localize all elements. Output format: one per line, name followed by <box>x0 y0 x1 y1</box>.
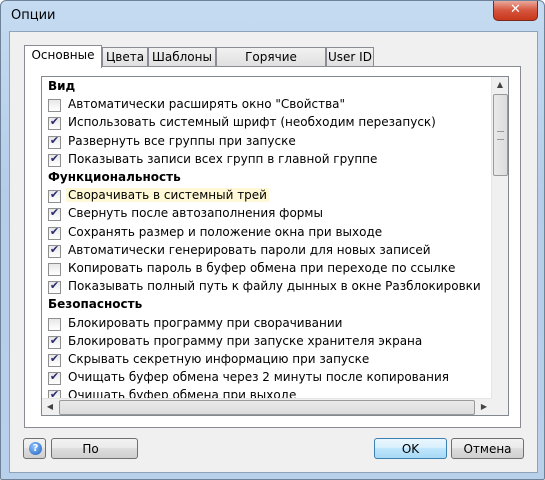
scrollbar-corner <box>492 399 508 415</box>
option-row[interactable]: ✔ Блокировать программу при запуске храни… <box>42 333 494 351</box>
option-row[interactable]: Автоматически расширять окно "Свойства" <box>42 96 494 114</box>
option-row[interactable]: ✔ Сохранять размер и положение окна при в… <box>42 224 494 242</box>
tab-label: Шаблоны <box>152 50 212 64</box>
scroll-left-icon[interactable]: ◀ <box>42 399 58 415</box>
option-label: Очищать буфер обмена через 2 минуты посл… <box>68 370 449 385</box>
option-label: Свернуть после автозаполнения формы <box>68 206 323 221</box>
option-checkbox[interactable]: ✔ <box>48 370 61 386</box>
option-row[interactable]: ✔ Сворачивать в системный трей <box>42 187 494 205</box>
tab-label: User ID <box>328 50 372 64</box>
option-checkbox[interactable]: ✔ <box>48 188 61 204</box>
option-label: Развернуть все группы при запуске <box>68 133 296 148</box>
tab-user-id[interactable]: User ID <box>326 47 374 66</box>
option-label: Показывать полный путь к файлу дынных в … <box>68 279 481 294</box>
check-icon: ✔ <box>49 224 60 238</box>
option-row[interactable]: ✔ Развернуть все группы при запуске <box>42 133 494 151</box>
defaults-button-label: По умолчанию... <box>82 442 99 456</box>
option-checkbox[interactable]: ✔ <box>48 206 61 222</box>
option-checkbox[interactable] <box>48 99 61 113</box>
vertical-scrollbar[interactable]: ▲ ▼ <box>491 77 508 415</box>
option-row[interactable]: ✔ Автоматически генерировать пароли для н… <box>42 242 494 260</box>
tab-hotkeys[interactable]: Горячие клавиши <box>216 47 326 83</box>
group-header-label: Безопасность <box>48 297 143 312</box>
tab-general[interactable]: Основные <box>24 45 102 68</box>
option-checkbox[interactable]: ✔ <box>48 333 61 349</box>
option-label: Автоматически расширять окно "Свойства" <box>68 97 346 112</box>
tab-panel-general: Вид Автоматически расширять окно "Свойств… <box>24 66 521 428</box>
cancel-button-label: Отмена <box>463 442 512 456</box>
help-icon: ? <box>29 442 42 455</box>
option-label: Сохранять размер и положение окна при вы… <box>68 224 383 239</box>
horizontal-scroll-thumb[interactable] <box>59 400 475 415</box>
tab-label: Цвета <box>105 50 145 64</box>
option-row[interactable]: ✔ Очищать буфер обмена через 2 минуты пос… <box>42 369 494 387</box>
option-checkbox[interactable]: ✔ <box>48 279 61 295</box>
options-group-header: Безопасность <box>42 296 494 314</box>
check-icon: ✔ <box>49 333 60 347</box>
options-group-header: Функциональность <box>42 169 494 187</box>
help-button[interactable]: ? <box>23 438 46 459</box>
tab-colors[interactable]: Цвета <box>102 47 148 66</box>
option-label: Блокировать программу при сворачивании <box>68 315 343 330</box>
option-checkbox[interactable] <box>48 317 61 331</box>
close-button[interactable]: ✕ <box>493 1 538 21</box>
option-row[interactable]: ✔ Свернуть после автозаполнения формы <box>42 205 494 223</box>
option-checkbox[interactable]: ✔ <box>48 242 61 258</box>
grip-icon <box>497 131 504 140</box>
option-checkbox[interactable] <box>48 263 61 276</box>
title-bar[interactable]: Опции ✕ <box>1 1 544 31</box>
option-checkbox[interactable]: ✔ <box>48 115 61 131</box>
tab-templates[interactable]: Шаблоны <box>148 47 216 66</box>
dialog-client-area: Основные Цвета Шаблоны Горячие клавиши U… <box>9 31 538 473</box>
option-label: Сворачивать в системный трей <box>66 188 269 203</box>
group-header-label: Вид <box>48 79 76 93</box>
scroll-right-icon[interactable]: ▶ <box>476 399 492 415</box>
vertical-scroll-thumb[interactable] <box>493 94 508 176</box>
cancel-button[interactable]: Отмена <box>451 438 524 459</box>
ok-button[interactable]: OK <box>374 438 447 459</box>
group-header-label: Функциональность <box>48 170 181 184</box>
check-icon: ✔ <box>49 133 60 147</box>
options-list: Вид Автоматически расширять окно "Свойств… <box>41 76 509 416</box>
scroll-up-icon[interactable]: ▲ <box>492 77 508 93</box>
option-label: Скрывать секретную информацию при запуск… <box>68 352 370 366</box>
check-icon: ✔ <box>49 242 60 256</box>
options-group-header: Вид <box>42 78 494 96</box>
close-icon: ✕ <box>510 2 521 17</box>
window-title: Опции <box>11 8 56 23</box>
option-checkbox[interactable]: ✔ <box>48 151 61 167</box>
ok-button-label: OK <box>401 442 420 456</box>
option-row[interactable]: ✔ Использовать системный шрифт (необходим… <box>42 114 494 132</box>
option-checkbox[interactable]: ✔ <box>48 352 61 367</box>
option-row[interactable]: ✔ Показывать полный путь к файлу дынных в… <box>42 278 494 296</box>
check-icon: ✔ <box>49 115 60 129</box>
option-label: Использовать системный шрифт (необходим … <box>68 115 436 130</box>
option-row[interactable]: ✔ Скрывать секретную информацию при запус… <box>42 351 494 369</box>
option-checkbox[interactable]: ✔ <box>48 224 61 240</box>
option-label: Автоматически генерировать пароли для но… <box>68 242 431 257</box>
option-checkbox[interactable]: ✔ <box>48 133 61 149</box>
check-icon: ✔ <box>49 206 60 220</box>
options-dialog: Опции ✕ Основные Цвета Шаблоны Горячие к… <box>0 0 545 480</box>
check-icon: ✔ <box>49 370 60 384</box>
check-icon: ✔ <box>49 352 60 365</box>
tab-label: Основные <box>31 48 95 62</box>
option-row[interactable]: Копировать пароль в буфер обмена при пер… <box>42 260 494 278</box>
check-icon: ✔ <box>49 151 60 165</box>
check-icon: ✔ <box>49 188 60 202</box>
option-label: Показывать записи всех групп в главной г… <box>68 151 378 166</box>
horizontal-scrollbar[interactable]: ◀ ▶ <box>42 398 492 415</box>
option-row[interactable]: ✔ Показывать записи всех групп в главной … <box>42 151 494 169</box>
option-label: Блокировать программу при запуске хранит… <box>68 333 423 348</box>
check-icon: ✔ <box>49 279 60 293</box>
option-label: Копировать пароль в буфер обмена при пер… <box>68 261 456 275</box>
defaults-button[interactable]: По умолчанию... <box>51 438 138 459</box>
option-row[interactable]: Блокировать программу при сворачивании <box>42 315 494 333</box>
